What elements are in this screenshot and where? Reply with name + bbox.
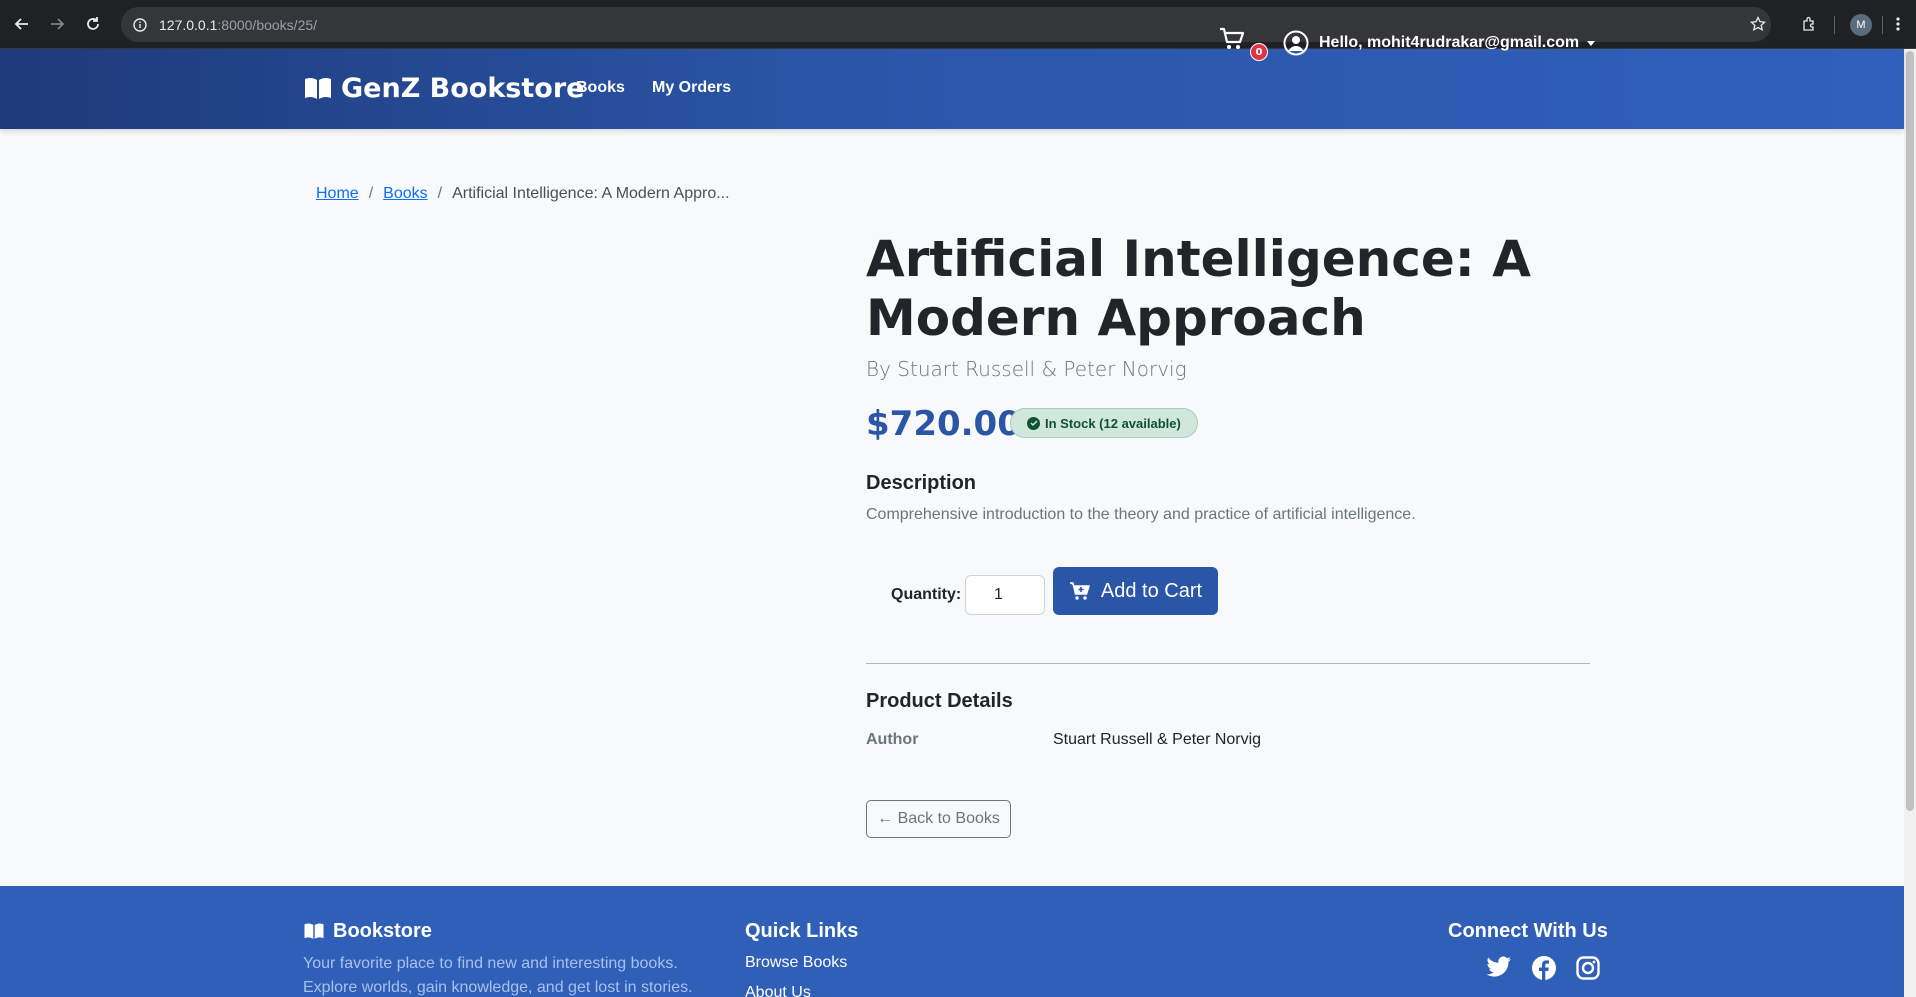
site-footer: Bookstore Your favorite place to find ne…: [0, 886, 1904, 997]
browser-chrome: 127.0.0.1:8000/books/25/ M: [0, 0, 1916, 49]
breadcrumb-separator: /: [368, 185, 374, 202]
back-to-books-button[interactable]: ← Back to Books: [866, 800, 1011, 838]
user-menu-dropdown[interactable]: Hello, mohit4rudrakar@gmail.com: [1283, 30, 1596, 56]
profile-avatar[interactable]: M: [1850, 14, 1872, 36]
open-book-icon: [304, 923, 324, 939]
nav-books-link[interactable]: Books: [576, 79, 625, 97]
toolbar-separator: [1834, 16, 1835, 34]
footer-brand-name: Bookstore: [333, 920, 432, 942]
bookmark-star-icon[interactable]: [1746, 12, 1770, 36]
breadcrumb-current: Artificial Intelligence: A Modern Appro.…: [452, 185, 730, 202]
brand-link[interactable]: GenZ Bookstore: [303, 73, 584, 104]
section-divider: [866, 663, 1590, 664]
product-author-line: By Stuart Russell & Peter Norvig: [866, 357, 1187, 381]
chevron-down-icon: [1587, 40, 1596, 46]
connect-heading: Connect With Us: [1448, 920, 1608, 942]
product-title: Artificial Intelligence: A Modern Approa…: [866, 230, 1531, 347]
detail-author-value: Stuart Russell & Peter Norvig: [1053, 731, 1262, 748]
stock-status-text: In Stock (12 available): [1045, 415, 1181, 431]
footer-brand: Bookstore: [303, 920, 432, 943]
user-greeting: Hello, mohit4rudrakar@gmail.com: [1319, 34, 1580, 51]
breadcrumb-home-link[interactable]: Home: [316, 185, 359, 203]
brand-name: GenZ Bookstore: [341, 73, 585, 104]
back-arrow-icon[interactable]: [10, 12, 34, 36]
product-details-heading: Product Details: [866, 690, 1013, 712]
url-text: 127.0.0.1:8000/books/25/: [159, 16, 318, 33]
site-info-icon[interactable]: [133, 17, 147, 32]
breadcrumb-separator: /: [437, 185, 443, 202]
footer-tagline: Your favorite place to find new and inte…: [303, 955, 693, 996]
description-heading: Description: [866, 472, 977, 494]
open-book-icon: [305, 77, 331, 99]
forward-arrow-icon[interactable]: [45, 12, 69, 36]
quantity-input[interactable]: 1: [965, 575, 1045, 615]
instagram-icon[interactable]: [1576, 956, 1600, 984]
detail-author-key: Author: [866, 731, 919, 748]
add-to-cart-label: Add to Cart: [1100, 579, 1203, 602]
product-price: $720.00: [866, 404, 1021, 444]
cart-count-badge: 0: [1250, 43, 1268, 61]
nav-my-orders-link[interactable]: My Orders: [652, 79, 731, 97]
extensions-icon[interactable]: [1797, 12, 1821, 36]
page-scrollbar[interactable]: [1904, 49, 1916, 997]
cart-plus-icon: [1069, 582, 1090, 600]
facebook-icon[interactable]: [1532, 956, 1556, 984]
twitter-icon[interactable]: [1486, 956, 1512, 982]
breadcrumb-books-link[interactable]: Books: [383, 185, 427, 203]
footer-about-us-link[interactable]: About Us: [745, 984, 811, 997]
toolbar-separator: [1882, 16, 1883, 34]
kebab-menu-icon[interactable]: [1886, 12, 1910, 36]
cart-icon: [1220, 27, 1245, 49]
description-text: Comprehensive introduction to the theory…: [866, 506, 1416, 523]
stock-status-badge: In Stock (12 available): [1010, 408, 1198, 438]
quick-links-heading: Quick Links: [745, 920, 859, 942]
cart-button[interactable]: [1218, 26, 1246, 56]
scrollbar-thumb[interactable]: [1906, 51, 1914, 811]
site-navbar: GenZ Bookstore Books My Orders: [0, 49, 1904, 129]
quantity-label: Quantity:: [891, 586, 962, 603]
footer-browse-books-link[interactable]: Browse Books: [745, 954, 847, 972]
breadcrumb: Home / Books / Artificial Intelligence: …: [316, 185, 730, 203]
reload-icon[interactable]: [81, 12, 105, 36]
add-to-cart-button[interactable]: Add to Cart: [1053, 567, 1218, 615]
user-circle-icon: [1283, 30, 1309, 56]
check-circle-icon: [1027, 416, 1040, 430]
